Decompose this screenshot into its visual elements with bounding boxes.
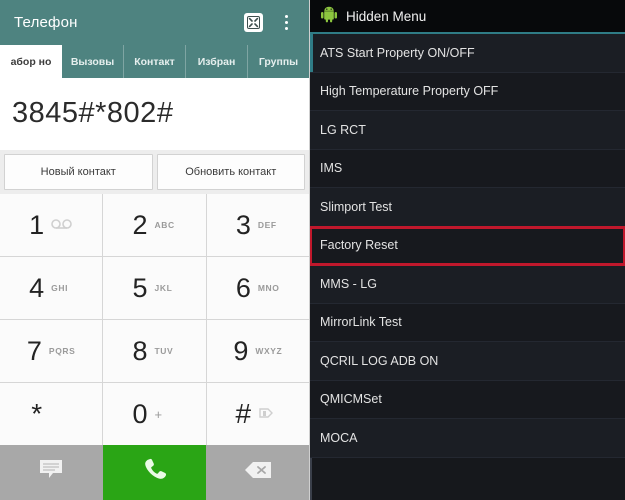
dialer-bottom-bar xyxy=(0,445,309,500)
android-robot-icon xyxy=(320,5,338,28)
hidden-menu-header: Hidden Menu xyxy=(310,0,625,34)
key-letters: MNO xyxy=(257,283,280,293)
update-contact-button[interactable]: Обновить контакт xyxy=(156,154,305,190)
key-hash[interactable]: # xyxy=(206,383,309,445)
phone-appbar: Телефон xyxy=(0,0,309,45)
key-digit: 7 xyxy=(26,335,42,366)
menu-item-label: ATS Start Property ON/OFF xyxy=(320,45,475,60)
pause-icon xyxy=(258,407,280,421)
key-digit: 8 xyxy=(132,335,148,366)
key-4[interactable]: 4 GHI xyxy=(0,257,103,319)
menu-item-label: MOCA xyxy=(320,430,358,445)
menu-item-label: Slimport Test xyxy=(320,199,393,214)
key-3[interactable]: 3 DEF xyxy=(206,194,309,256)
menu-item-high-temperature-property[interactable]: High Temperature Property OFF xyxy=(310,72,625,111)
screenshot-root: Телефон абор но Вызовы Контакт Избран Гр… xyxy=(0,0,625,500)
phone-dialer-panel: Телефон абор но Вызовы Контакт Избран Гр… xyxy=(0,0,310,500)
tab-dialpad[interactable]: абор но xyxy=(0,45,62,78)
key-8[interactable]: 8 TUV xyxy=(103,320,206,382)
dialed-number-text: 3845#*802# xyxy=(12,97,174,129)
voicemail-icon xyxy=(51,219,73,231)
tab-label: Вызовы xyxy=(70,55,115,68)
key-digit: # xyxy=(235,398,252,429)
key-digit: 0 xyxy=(132,398,148,429)
key-letters: PQRS xyxy=(48,346,76,356)
tab-contacts[interactable]: Контакт xyxy=(124,45,186,78)
key-2[interactable]: 2 ABC xyxy=(103,194,206,256)
hidden-menu-title: Hidden Menu xyxy=(346,8,427,24)
key-digit: 5 xyxy=(132,272,148,303)
key-star[interactable]: * xyxy=(0,383,103,445)
contact-actions-row: Новый контакт Обновить контакт xyxy=(0,150,309,194)
menu-item-qcril-log-adb-on[interactable]: QCRIL LOG ADB ON xyxy=(310,342,625,381)
hidden-menu-list: ATS Start Property ON/OFF High Temperatu… xyxy=(310,34,625,500)
menu-item-label: QCRIL LOG ADB ON xyxy=(320,353,439,368)
menu-item-ats-start-property[interactable]: ATS Start Property ON/OFF xyxy=(310,34,625,73)
call-icon xyxy=(141,456,169,489)
key-digit: 6 xyxy=(235,272,251,303)
overflow-menu-icon[interactable] xyxy=(277,11,295,35)
menu-item-ims[interactable]: IMS xyxy=(310,149,625,188)
overflow-dot xyxy=(284,15,288,18)
overflow-dot xyxy=(284,21,288,24)
message-button[interactable] xyxy=(0,445,103,500)
menu-item-factory-reset[interactable]: Factory Reset xyxy=(310,225,625,266)
tab-label: Группы xyxy=(258,55,299,68)
key-digit: 3 xyxy=(235,209,251,240)
backspace-icon xyxy=(243,460,273,485)
new-contact-button[interactable]: Новый контакт xyxy=(4,154,153,190)
tab-groups[interactable]: Группы xyxy=(248,45,309,78)
key-plus: + xyxy=(154,406,163,422)
message-icon xyxy=(39,459,65,486)
key-1[interactable]: 1 xyxy=(0,194,103,256)
menu-item-moca[interactable]: MOCA xyxy=(310,419,625,458)
tab-calls[interactable]: Вызовы xyxy=(62,45,124,78)
key-6[interactable]: 6 MNO xyxy=(206,257,309,319)
menu-item-slimport-test[interactable]: Slimport Test xyxy=(310,188,625,227)
tab-label: абор но xyxy=(10,55,52,68)
menu-item-mirrorlink-test[interactable]: MirrorLink Test xyxy=(310,303,625,342)
call-button[interactable] xyxy=(103,445,206,500)
video-call-icon[interactable] xyxy=(244,13,263,32)
dialed-number-field[interactable]: 3845#*802# xyxy=(0,78,309,150)
dialer-tabbar: абор но Вызовы Контакт Избран Группы xyxy=(0,45,309,78)
menu-item-label: MirrorLink Test xyxy=(320,315,402,330)
key-0[interactable]: 0 + xyxy=(103,383,206,445)
key-digit: 9 xyxy=(233,335,249,366)
overflow-dot xyxy=(284,27,288,30)
menu-item-qmicmset[interactable]: QMICMSet xyxy=(310,380,625,419)
key-digit: 4 xyxy=(29,272,45,303)
key-letters: WXYZ xyxy=(255,346,283,356)
key-digit: 2 xyxy=(132,209,148,240)
backspace-button[interactable] xyxy=(206,445,309,500)
selection-accent xyxy=(310,34,313,72)
menu-item-label: Factory Reset xyxy=(320,238,398,253)
menu-item-label: QMICMSet xyxy=(320,392,382,407)
key-digit: 1 xyxy=(29,209,45,240)
menu-item-mms-lg[interactable]: MMS - LG xyxy=(310,265,625,304)
tab-label: Контакт xyxy=(134,55,175,68)
key-5[interactable]: 5 JKL xyxy=(103,257,206,319)
tab-favorites[interactable]: Избран xyxy=(186,45,248,78)
menu-item-lg-rct[interactable]: LG RCT xyxy=(310,111,625,150)
menu-item-label: MMS - LG xyxy=(320,276,377,291)
tab-label: Избран xyxy=(197,55,236,68)
key-letters: ABC xyxy=(154,220,175,230)
hidden-menu-panel: Hidden Menu ATS Start Property ON/OFF Hi… xyxy=(310,0,625,500)
key-7[interactable]: 7 PQRS xyxy=(0,320,103,382)
menu-item-label: High Temperature Property OFF xyxy=(320,84,499,99)
key-9[interactable]: 9 WXYZ xyxy=(206,320,309,382)
key-digit: * xyxy=(31,398,43,429)
page-title: Телефон xyxy=(14,14,78,31)
dialpad: 1 2 ABC 3 DEF 4 GHI 5 JKL 6 MNO 7 PQRS 8… xyxy=(0,194,309,445)
key-letters: DEF xyxy=(257,220,277,230)
menu-item-label: LG RCT xyxy=(320,122,366,137)
key-letters: GHI xyxy=(51,283,69,293)
key-letters: JKL xyxy=(154,283,173,293)
key-letters: TUV xyxy=(154,346,174,356)
menu-item-label: IMS xyxy=(320,161,343,176)
